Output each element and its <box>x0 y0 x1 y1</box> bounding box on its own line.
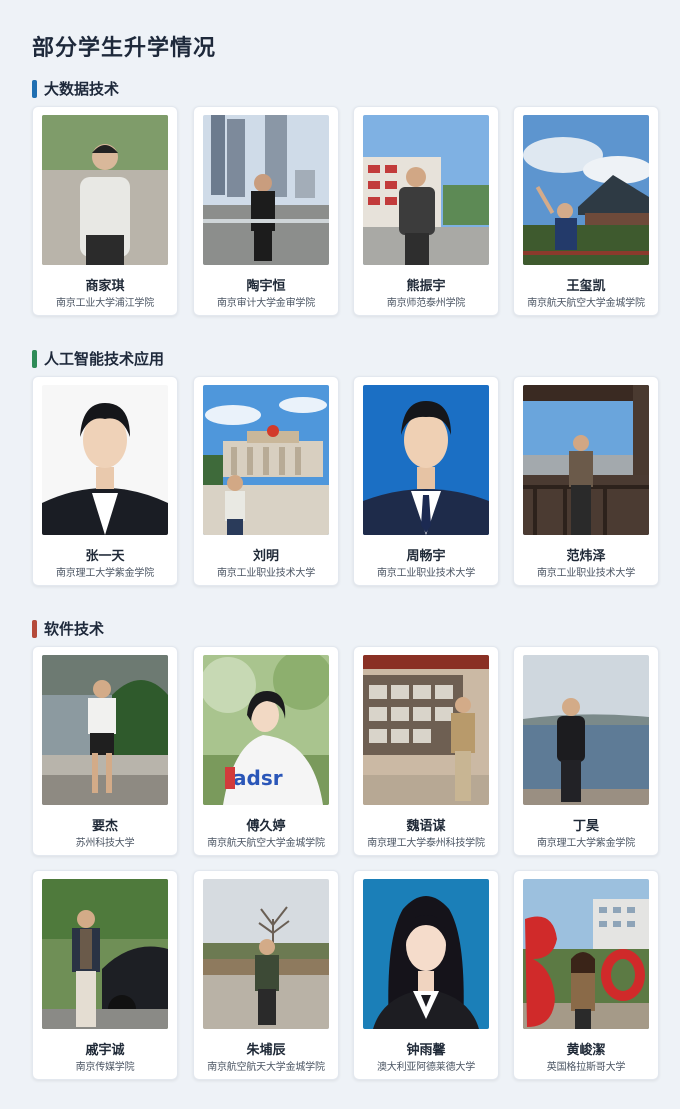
student-photo <box>363 879 489 1029</box>
student-name: 魏语谋 <box>406 819 446 834</box>
student-card[interactable]: 熊振宇 南京师范泰州学院 <box>353 106 499 316</box>
student-school: 南京传媒学院 <box>75 1062 135 1073</box>
student-name: 熊振宇 <box>406 279 446 294</box>
student-card[interactable]: 张一天 南京理工大学紫金学院 <box>32 376 178 586</box>
student-school: 南京审计大学金审学院 <box>217 298 315 309</box>
student-card[interactable]: 朱埔辰 南京航空航天大学金城学院 <box>193 870 339 1080</box>
student-photo <box>42 115 168 265</box>
student-name: 傅久婷 <box>246 819 286 834</box>
student-card[interactable]: 商家琪 南京工业大学浦江学院 <box>32 106 178 316</box>
student-card[interactable]: 周畅宇 南京工业职业技术大学 <box>353 376 499 586</box>
student-name: 戚宇诚 <box>85 1043 125 1058</box>
student-school: 南京理工大学泰州科技学院 <box>367 838 485 849</box>
student-photo <box>363 655 489 805</box>
section-header-ai: 人工智能技术应用 <box>32 348 164 369</box>
student-card[interactable]: 陶宇恒 南京审计大学金审学院 <box>193 106 339 316</box>
student-school: 苏州科技大学 <box>75 838 135 849</box>
student-school: 南京工业大学浦江学院 <box>56 298 154 309</box>
student-card[interactable]: 钟雨馨 澳大利亚阿德莱德大学 <box>353 870 499 1080</box>
student-name: 陶宇恒 <box>246 279 286 294</box>
student-photo <box>42 385 168 535</box>
section-header-software: 软件技术 <box>32 618 104 639</box>
student-card[interactable]: 魏语谋 南京理工大学泰州科技学院 <box>353 646 499 856</box>
student-photo <box>42 879 168 1029</box>
student-card[interactable]: 丁昊 南京理工大学紫金学院 <box>513 646 659 856</box>
student-photo <box>523 879 649 1029</box>
section-title: 大数据技术 <box>44 80 120 98</box>
student-school: 南京理工大学紫金学院 <box>537 838 635 849</box>
student-school: 南京航空航天大学金城学院 <box>207 1062 325 1073</box>
student-school: 南京航天航空大学金城学院 <box>207 838 325 849</box>
student-name: 范炜泽 <box>566 549 606 564</box>
student-card[interactable]: 范炜泽 南京工业职业技术大学 <box>513 376 659 586</box>
student-photo <box>523 385 649 535</box>
student-name: 丁昊 <box>572 819 599 834</box>
student-photo <box>363 385 489 535</box>
student-school: 南京工业职业技术大学 <box>377 568 475 579</box>
section-accent-bar <box>32 349 37 368</box>
student-school: 南京师范泰州学院 <box>386 298 466 309</box>
student-photo <box>523 655 649 805</box>
student-school: 英国格拉斯哥大学 <box>546 1062 626 1073</box>
student-school: 南京工业职业技术大学 <box>217 568 315 579</box>
student-card[interactable]: 王玺凯 南京航天航空大学金城学院 <box>513 106 659 316</box>
student-name: 张一天 <box>85 549 125 564</box>
student-name: 钟雨馨 <box>406 1043 446 1058</box>
student-card[interactable]: adsr 傅久婷 南京航天航空大学金城学院 <box>193 646 339 856</box>
student-name: 周畅宇 <box>406 549 446 564</box>
student-card[interactable]: 要杰 苏州科技大学 <box>32 646 178 856</box>
student-school: 南京工业职业技术大学 <box>537 568 635 579</box>
student-photo <box>42 655 168 805</box>
section-title: 软件技术 <box>44 620 105 638</box>
section-title: 人工智能技术应用 <box>44 350 165 368</box>
student-card[interactable]: 刘明 南京工业职业技术大学 <box>193 376 339 586</box>
student-name: 刘明 <box>252 549 279 564</box>
student-name: 朱埔辰 <box>246 1043 286 1058</box>
student-name: 要杰 <box>91 819 118 834</box>
section-header-big-data: 大数据技术 <box>32 78 119 99</box>
student-photo <box>523 115 649 265</box>
student-name: 王玺凯 <box>566 279 606 294</box>
student-photo <box>203 385 329 535</box>
student-card[interactable]: 黄峻潔 英国格拉斯哥大学 <box>513 870 659 1080</box>
svg-text:adsr: adsr <box>233 766 283 790</box>
section-accent-bar <box>32 79 37 98</box>
section-accent-bar <box>32 619 37 638</box>
student-school: 南京航天航空大学金城学院 <box>527 298 645 309</box>
student-photo <box>203 115 329 265</box>
student-photo <box>203 879 329 1029</box>
student-name: 商家琪 <box>85 279 125 294</box>
page-title: 部分学生升学情况 <box>32 36 217 61</box>
student-photo <box>363 115 489 265</box>
student-photo: adsr <box>203 655 329 805</box>
student-card[interactable]: 戚宇诚 南京传媒学院 <box>32 870 178 1080</box>
student-school: 澳大利亚阿德莱德大学 <box>377 1062 475 1073</box>
student-school: 南京理工大学紫金学院 <box>56 568 154 579</box>
student-name: 黄峻潔 <box>566 1043 606 1058</box>
